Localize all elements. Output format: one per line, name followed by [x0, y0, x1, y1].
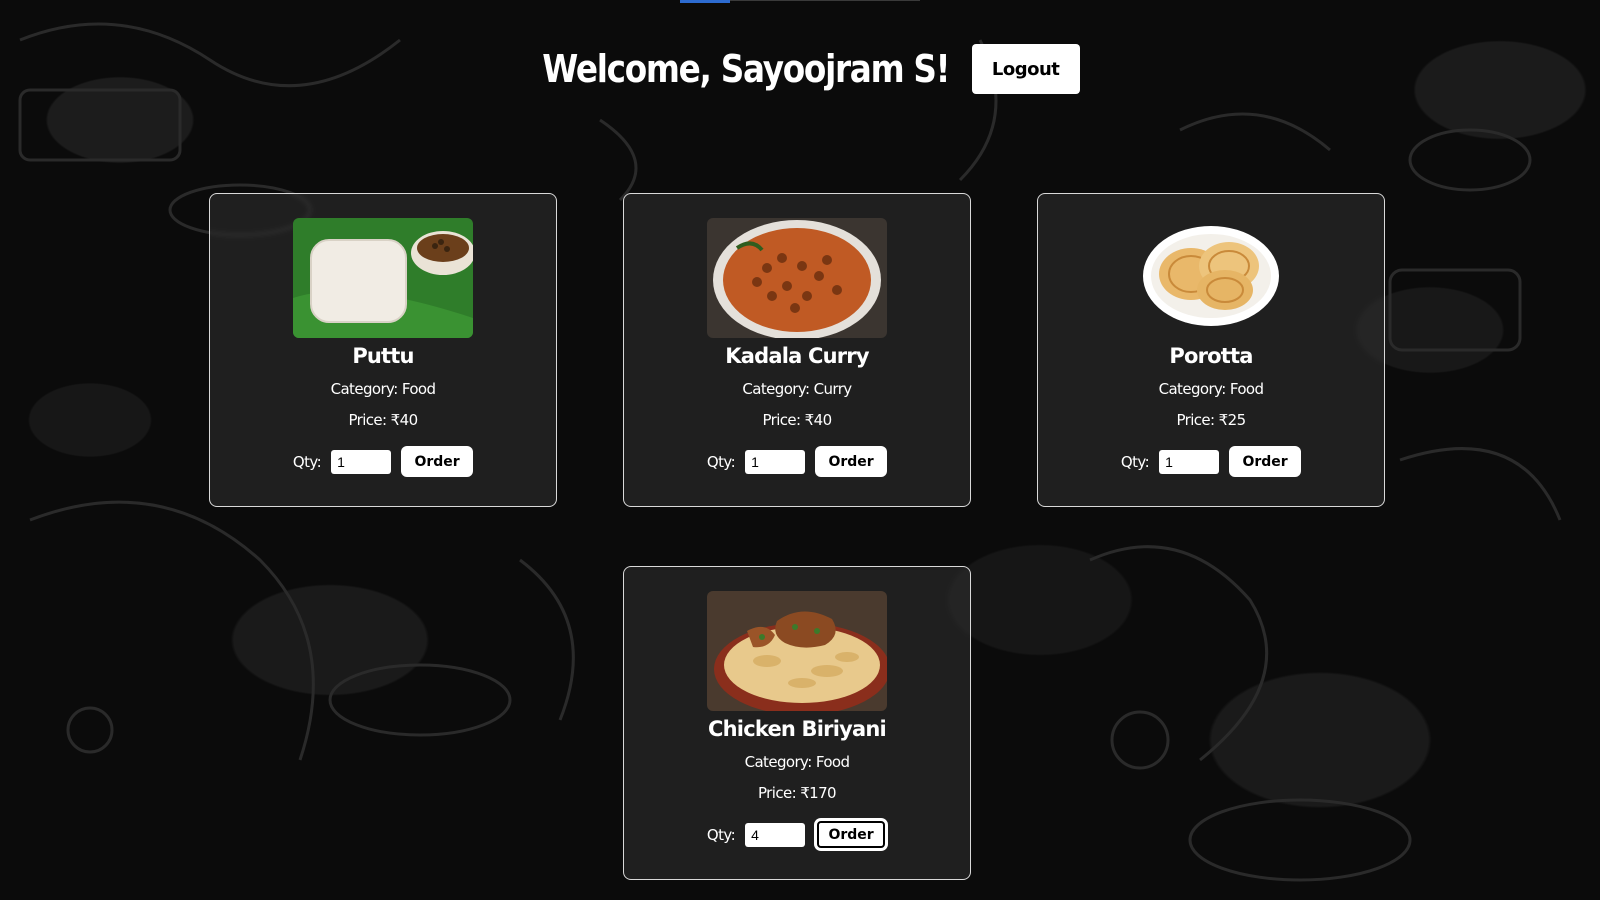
menu-card-puttu: Puttu Category: Food Price: ₹40 Qty: Ord… [209, 193, 557, 507]
qty-row: Qty: Order [292, 446, 474, 477]
qty-input[interactable] [745, 449, 806, 474]
header: Welcome, Sayoojram S! Logout [0, 44, 1600, 94]
qty-label: Qty: [706, 452, 736, 471]
item-price: Price: ₹40 [348, 411, 418, 429]
item-name: Puttu [352, 344, 414, 368]
order-button[interactable]: Order [815, 446, 888, 477]
qty-row: Qty: Order [1120, 446, 1302, 477]
menu-card-porotta: Porotta Category: Food Price: ₹25 Qty: O… [1037, 193, 1385, 507]
order-button[interactable]: Order [401, 446, 474, 477]
puttu-image [293, 218, 473, 338]
menu-card-chicken-biriyani: Chicken Biriyani Category: Food Price: ₹… [623, 566, 971, 880]
chicken-biriyani-image [707, 591, 887, 711]
item-price: Price: ₹40 [762, 411, 832, 429]
item-name: Chicken Biriyani [708, 717, 887, 741]
order-button[interactable]: Order [815, 819, 888, 850]
item-price: Price: ₹170 [758, 784, 837, 802]
top-divider [730, 0, 920, 1]
kadala-curry-image [707, 218, 887, 338]
top-tab-indicator [680, 0, 730, 3]
qty-row: Qty: Order [706, 819, 888, 850]
order-button[interactable]: Order [1229, 446, 1302, 477]
item-category: Category: Curry [742, 380, 852, 398]
qty-input[interactable] [1159, 449, 1220, 474]
porotta-image [1121, 218, 1301, 338]
qty-row: Qty: Order [706, 446, 888, 477]
item-category: Category: Food [1158, 380, 1264, 398]
item-category: Category: Food [744, 753, 850, 771]
qty-label: Qty: [1120, 452, 1150, 471]
qty-label: Qty: [706, 825, 736, 844]
item-name: Porotta [1169, 344, 1253, 368]
logout-button[interactable]: Logout [971, 44, 1080, 94]
qty-input[interactable] [331, 449, 392, 474]
item-category: Category: Food [330, 380, 436, 398]
item-name: Kadala Curry [725, 344, 869, 368]
welcome-heading: Welcome, Sayoojram S! [542, 47, 951, 91]
item-price: Price: ₹25 [1176, 411, 1246, 429]
qty-label: Qty: [292, 452, 322, 471]
menu-card-kadala-curry: Kadala Curry Category: Curry Price: ₹40 … [623, 193, 971, 507]
qty-input[interactable] [745, 822, 806, 847]
